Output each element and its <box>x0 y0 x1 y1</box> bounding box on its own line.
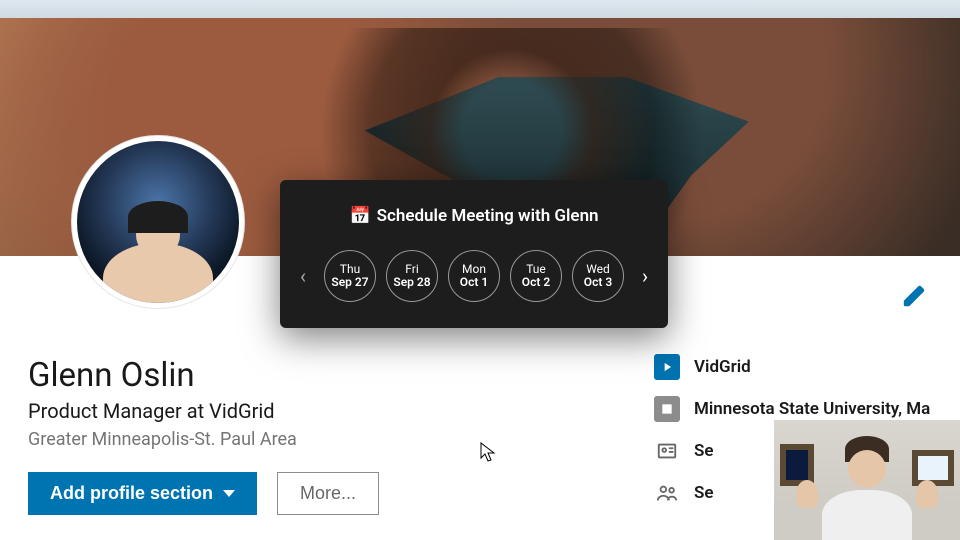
company-name[interactable]: VidGrid <box>694 357 751 377</box>
profile-location: Greater Minneapolis-St. Paul Area <box>28 429 379 450</box>
prev-dates-button[interactable]: ‹ <box>292 264 314 288</box>
company-logo-icon <box>654 354 680 380</box>
cursor-icon <box>480 442 496 466</box>
date-option[interactable]: Fri Sep 28 <box>386 250 438 302</box>
chevron-down-icon <box>223 490 235 497</box>
date-option[interactable]: Tue Oct 2 <box>510 250 562 302</box>
more-button[interactable]: More... <box>277 472 379 515</box>
avatar[interactable] <box>72 136 244 308</box>
contact-card-icon <box>654 438 680 464</box>
edit-intro-button[interactable] <box>902 284 926 312</box>
date-option[interactable]: Wed Oct 3 <box>572 250 624 302</box>
school-logo-icon <box>654 396 680 422</box>
add-profile-section-label: Add profile section <box>50 483 213 504</box>
date-option[interactable]: Thu Sep 27 <box>324 250 376 302</box>
date-option[interactable]: Mon Oct 1 <box>448 250 500 302</box>
see-contact-info-link[interactable]: Se <box>694 441 714 461</box>
next-dates-button[interactable]: › <box>634 264 656 288</box>
schedule-meeting-popover: 📅 Schedule Meeting with Glenn ‹ Thu Sep … <box>280 180 668 328</box>
see-connections-link[interactable]: Se <box>694 483 714 503</box>
add-profile-section-button[interactable]: Add profile section <box>28 472 257 515</box>
profile-name: Glenn Oslin <box>28 356 379 395</box>
profile-headline: Product Manager at VidGrid <box>28 399 379 423</box>
popover-title: Schedule Meeting with Glenn <box>377 206 599 226</box>
presenter-webcam <box>774 420 960 540</box>
connections-icon <box>654 480 680 506</box>
calendar-icon: 📅 <box>349 206 370 226</box>
school-name[interactable]: Minnesota State University, Ma <box>694 399 930 419</box>
profile-info: Glenn Oslin Product Manager at VidGrid G… <box>28 356 379 515</box>
